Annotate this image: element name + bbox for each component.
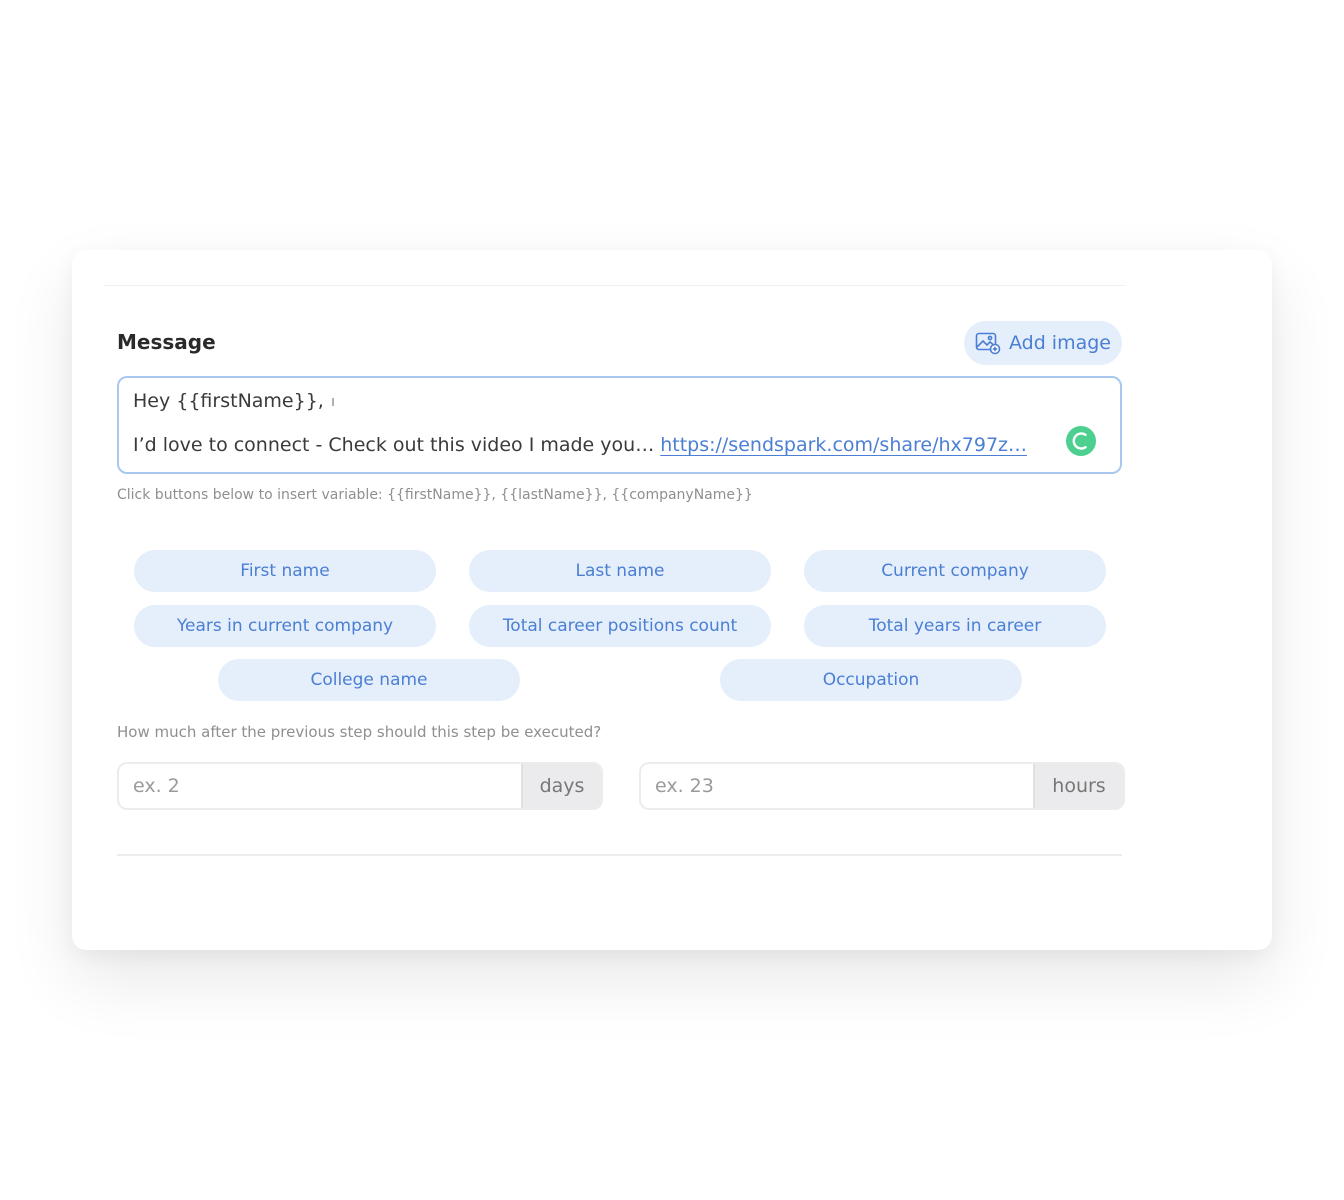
share-link[interactable]: https://sendspark.com/share/hx797z…: [660, 434, 1027, 456]
hours-input[interactable]: [641, 764, 1033, 808]
variable-chip-last-name[interactable]: Last name: [469, 550, 771, 592]
variable-chip-occupation[interactable]: Occupation: [720, 659, 1022, 701]
bottom-divider: [117, 854, 1122, 856]
message-label: Message: [117, 330, 216, 354]
hours-unit: hours: [1033, 764, 1123, 808]
text-cursor: [331, 397, 334, 406]
greeting-text: Hey {{firstName}},: [133, 390, 324, 412]
days-unit: days: [521, 764, 601, 808]
hours-input-group: hours: [639, 762, 1125, 810]
variable-chip-first-name[interactable]: First name: [134, 550, 436, 592]
add-image-button[interactable]: Add image: [964, 321, 1122, 365]
variable-chip-years-in-career[interactable]: Total years in career: [804, 605, 1106, 647]
top-divider: [104, 285, 1126, 286]
days-input-group: days: [117, 762, 603, 810]
variable-chip-college-name[interactable]: College name: [218, 659, 520, 701]
message-line-body: I’d love to connect - Check out this vid…: [133, 434, 1027, 456]
grammar-check-icon[interactable]: [1066, 426, 1096, 456]
image-add-icon: [975, 331, 1001, 355]
variable-chip-career-positions[interactable]: Total career positions count: [469, 605, 771, 647]
variable-hint: Click buttons below to insert variable: …: [117, 487, 753, 503]
message-step-card: Message Add image Hey {{firstName}}, I’d…: [72, 250, 1272, 950]
days-input[interactable]: [119, 764, 521, 808]
add-image-label: Add image: [1008, 332, 1111, 354]
variable-chip-years-in-company[interactable]: Years in current company: [134, 605, 436, 647]
variable-chip-current-company[interactable]: Current company: [804, 550, 1106, 592]
body-text: I’d love to connect - Check out this vid…: [133, 434, 655, 456]
message-line-greeting: Hey {{firstName}},: [133, 390, 334, 412]
message-textarea[interactable]: Hey {{firstName}}, I’d love to connect -…: [117, 376, 1122, 474]
delay-question: How much after the previous step should …: [117, 723, 602, 741]
